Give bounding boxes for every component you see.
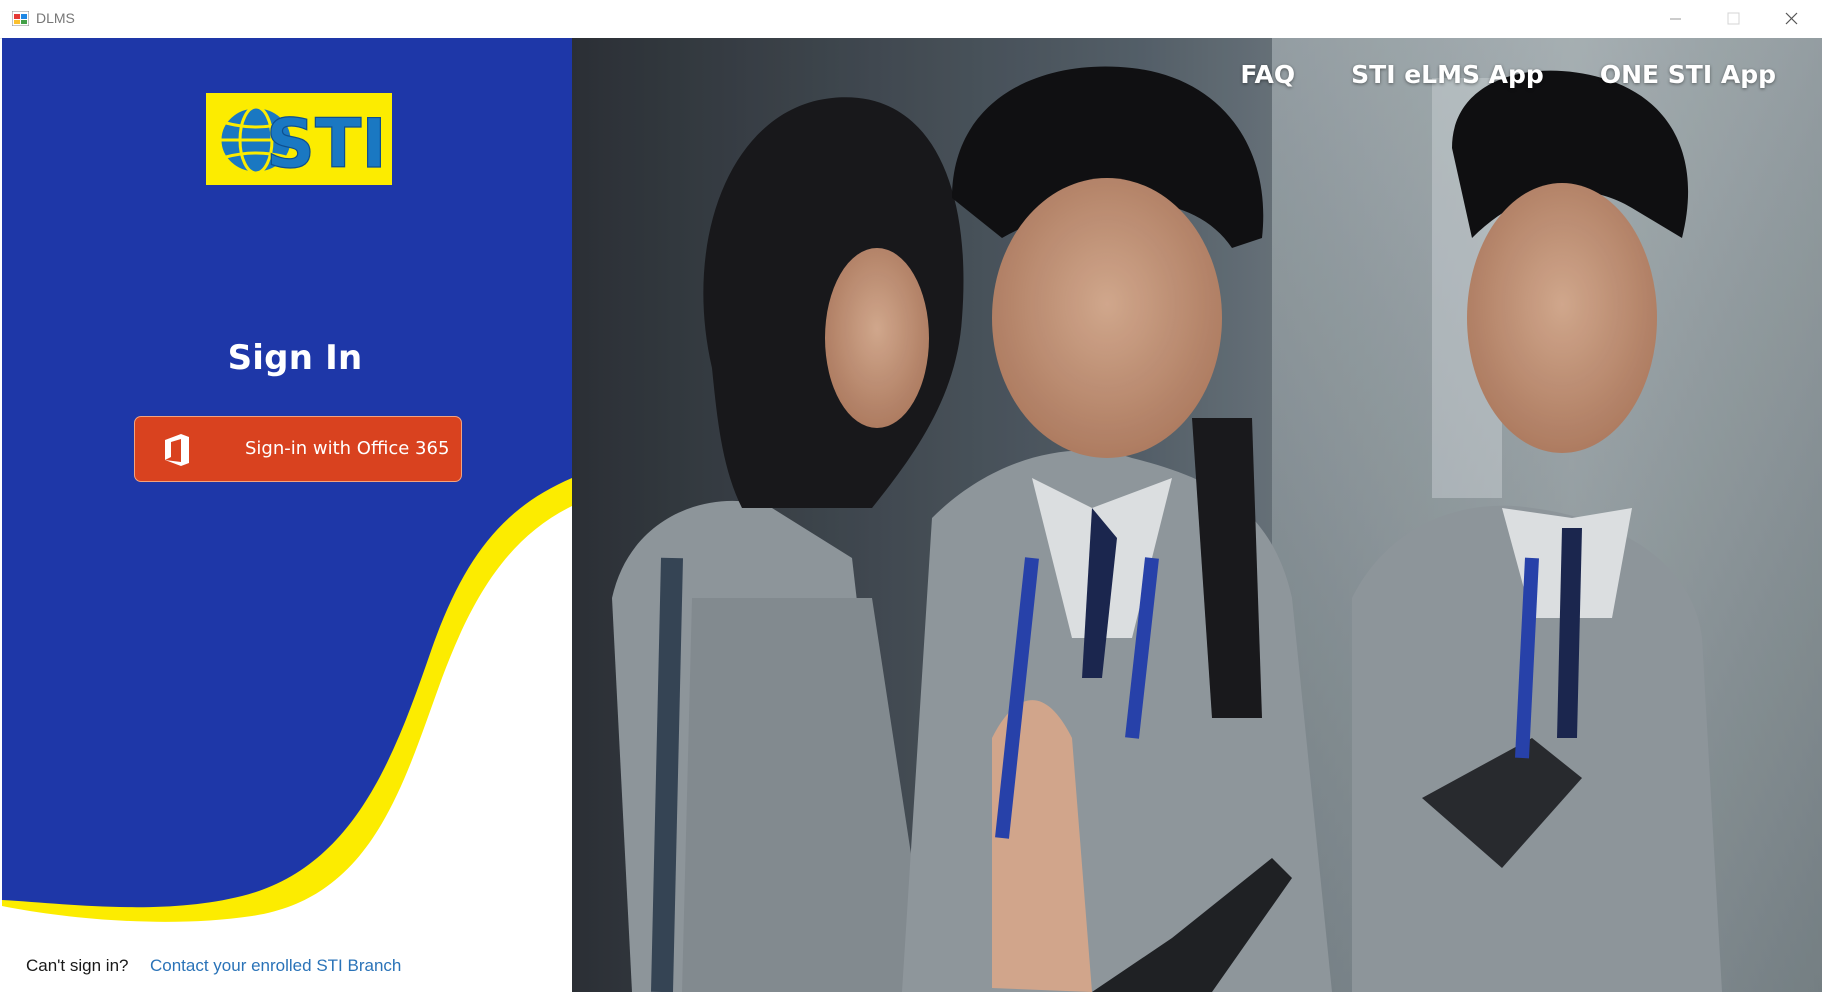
minimize-icon: [1670, 18, 1681, 20]
nav-one-sti-app-link[interactable]: ONE STI App: [1600, 60, 1776, 89]
close-button[interactable]: [1762, 0, 1820, 38]
contact-branch-link[interactable]: Contact your enrolled STI Branch: [150, 956, 401, 976]
hero-photo-panel: FAQ STI eLMS App ONE STI App: [572, 38, 1822, 992]
top-navigation: FAQ STI eLMS App ONE STI App: [1240, 60, 1776, 89]
students-photo: [572, 38, 1822, 992]
window-title: DLMS: [36, 10, 75, 26]
app-icon: [12, 11, 29, 26]
nav-faq-link[interactable]: FAQ: [1240, 60, 1295, 89]
sti-logo: STI: [206, 93, 392, 185]
minimize-button[interactable]: [1646, 0, 1704, 38]
office-365-sign-in-button[interactable]: Sign-in with Office 365: [134, 416, 462, 482]
nav-elms-app-link[interactable]: STI eLMS App: [1351, 60, 1544, 89]
close-icon: [1785, 12, 1798, 25]
office-365-button-label: Sign-in with Office 365: [245, 438, 450, 459]
title-bar: DLMS: [0, 0, 1822, 39]
office-365-icon: [165, 434, 189, 466]
logo-text: STI: [266, 105, 387, 184]
maximize-icon: [1727, 12, 1740, 25]
cant-sign-in-label: Can't sign in?: [26, 956, 129, 975]
sign-in-panel: STI Sign In Sign-in with Office 365 Can'…: [2, 38, 572, 992]
maximize-button[interactable]: [1704, 0, 1762, 38]
dlms-window: DLMS STI Sign In Sign-in with Office 365…: [0, 0, 1822, 992]
sign-in-title: Sign In: [227, 338, 363, 378]
